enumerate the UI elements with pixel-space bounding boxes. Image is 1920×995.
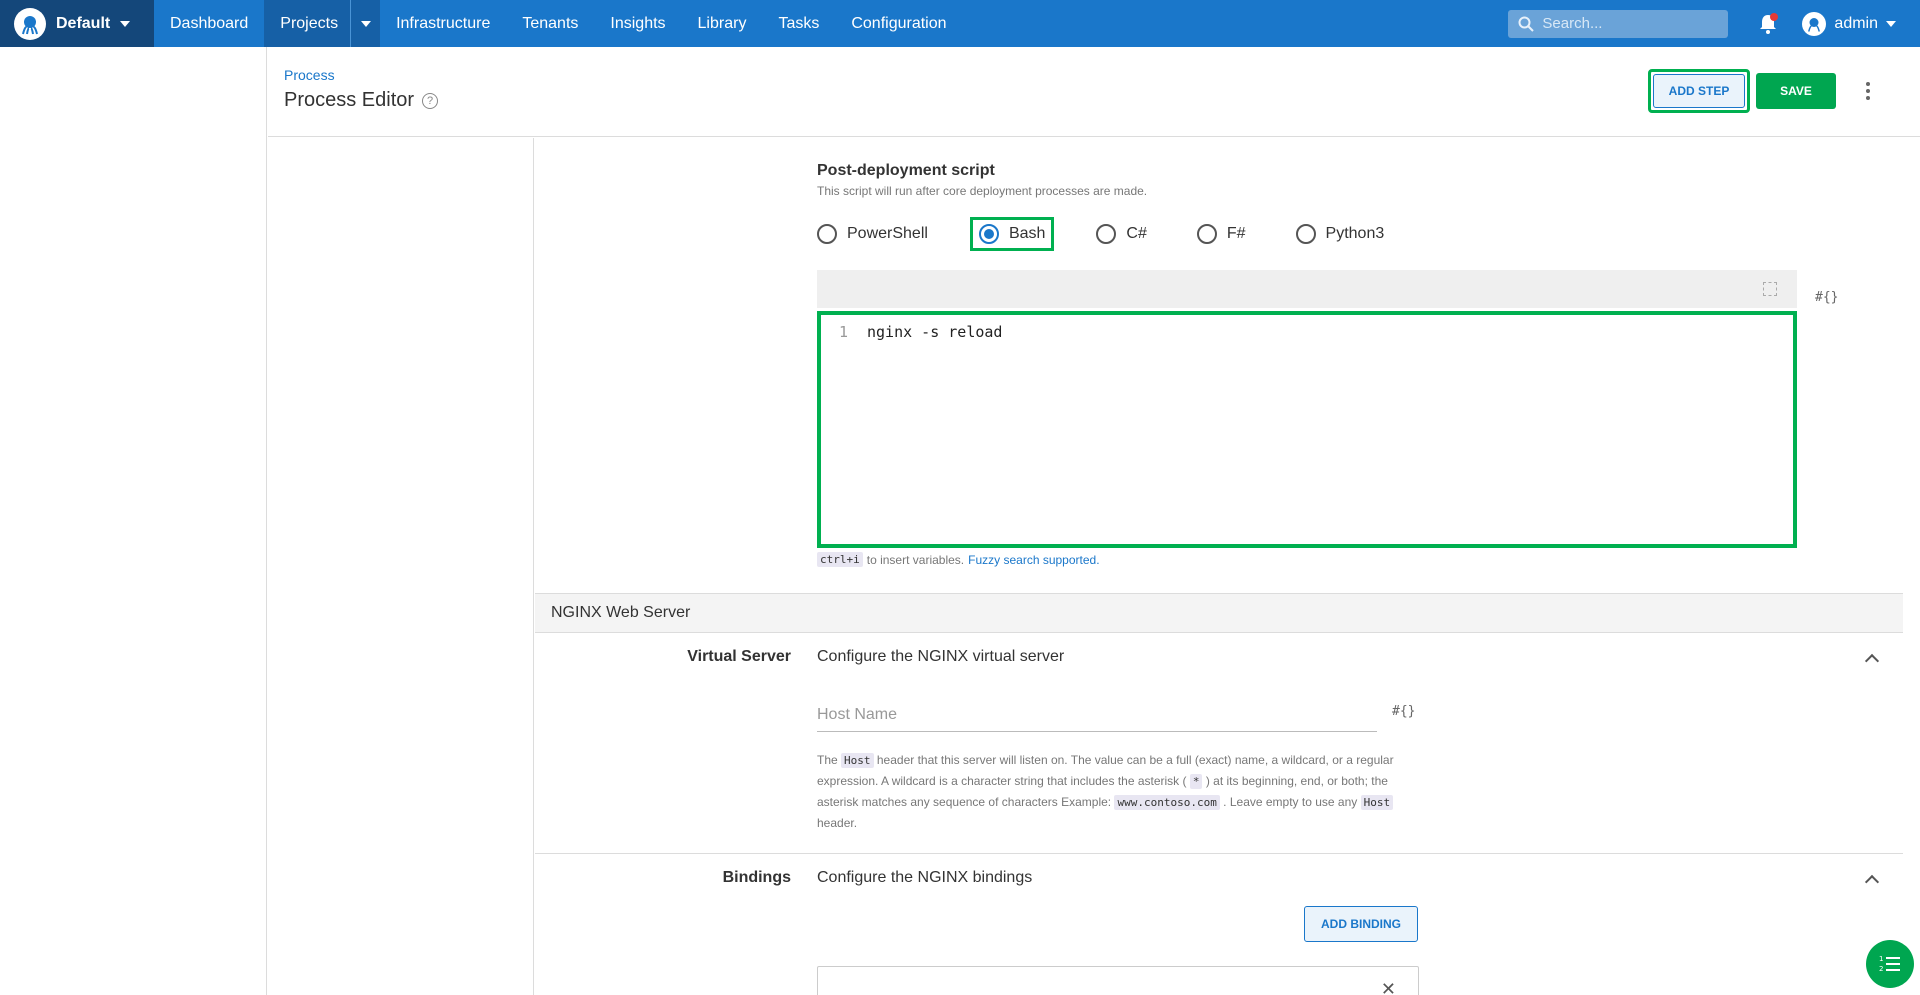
save-button[interactable]: SAVE bbox=[1756, 73, 1836, 109]
insert-variable-icon[interactable]: #{} bbox=[1392, 704, 1415, 719]
add-step-highlight: ADD STEP bbox=[1648, 69, 1750, 113]
projects-dropdown-button[interactable] bbox=[350, 0, 381, 47]
close-icon[interactable]: ✕ bbox=[1381, 979, 1396, 995]
radio-label: Python3 bbox=[1325, 225, 1385, 242]
host-name-input[interactable] bbox=[817, 698, 1377, 732]
nav-projects[interactable]: Projects bbox=[264, 0, 351, 47]
host-help-text: The Host header that this server will li… bbox=[817, 753, 1394, 830]
nav-library[interactable]: Library bbox=[682, 0, 763, 47]
virtual-server-summary[interactable]: Configure the NGINX virtual server bbox=[817, 648, 1064, 666]
code-line[interactable]: nginx -s reload bbox=[867, 323, 1002, 341]
shortcut-key: ctrl+i bbox=[817, 552, 863, 567]
radio-bash[interactable]: Bash bbox=[969, 217, 1055, 251]
left-gutter bbox=[0, 47, 267, 995]
chevron-up-icon[interactable] bbox=[1864, 653, 1880, 669]
line-number: 1 bbox=[839, 323, 849, 341]
step-editor-content: Post-deployment script This script will … bbox=[535, 138, 1903, 995]
notification-badge bbox=[1770, 12, 1779, 21]
chevron-down-icon bbox=[360, 20, 371, 27]
space-switcher[interactable]: Default bbox=[0, 0, 154, 47]
steps-sidebar bbox=[268, 138, 534, 995]
radio-circle bbox=[817, 224, 837, 244]
add-binding-button[interactable]: ADD BINDING bbox=[1304, 906, 1418, 942]
radio-circle bbox=[1196, 224, 1217, 244]
chevron-down-icon bbox=[1886, 20, 1896, 27]
radio-circle bbox=[1096, 224, 1117, 244]
page-header: Process Process Editor ? ADD STEP SAVE bbox=[268, 47, 1920, 137]
main-nav: Dashboard Projects Infrastructure Tenant… bbox=[154, 0, 963, 47]
radio-circle bbox=[978, 224, 999, 244]
breadcrumb[interactable]: Process bbox=[284, 67, 335, 83]
help-icon[interactable]: ? bbox=[422, 92, 439, 109]
svg-text:1: 1 bbox=[1879, 955, 1883, 963]
user-name: admin bbox=[1834, 14, 1878, 32]
script-language-radio-group: PowerShell Bash C# F# Python3 bbox=[817, 216, 1434, 252]
nav-insights[interactable]: Insights bbox=[594, 0, 681, 47]
nav-infrastructure[interactable]: Infrastructure bbox=[380, 0, 506, 47]
binding-card: ✕ bbox=[817, 966, 1419, 995]
bindings-label: Bindings bbox=[722, 869, 791, 886]
nav-right: admin bbox=[1508, 0, 1920, 47]
chevron-up-icon[interactable] bbox=[1864, 874, 1880, 890]
avatar bbox=[1802, 11, 1827, 36]
editor-hint: ctrl+i to insert variables. Fuzzy search… bbox=[817, 552, 1100, 567]
radio-python3[interactable]: Python3 bbox=[1295, 224, 1385, 244]
radio-label: PowerShell bbox=[847, 225, 928, 242]
svg-text:2: 2 bbox=[1879, 965, 1883, 973]
editor-toolbar bbox=[817, 270, 1797, 308]
radio-powershell[interactable]: PowerShell bbox=[817, 224, 928, 244]
radio-label: F# bbox=[1226, 225, 1246, 242]
group-header: NGINX Web Server bbox=[535, 593, 1903, 633]
search-box bbox=[1508, 9, 1729, 38]
fuzzy-search-link[interactable]: Fuzzy search supported. bbox=[968, 553, 1099, 567]
section-title: Post-deployment script bbox=[817, 162, 995, 179]
header-actions: ADD STEP SAVE bbox=[1648, 69, 1920, 113]
hint-text: to insert variables. bbox=[866, 552, 965, 567]
nav-tasks[interactable]: Tasks bbox=[762, 0, 835, 47]
top-navigation: Default Dashboard Projects Infrastructur… bbox=[0, 0, 1920, 47]
chevron-down-icon bbox=[120, 20, 131, 27]
section-description: This script will run after core deployme… bbox=[817, 184, 1148, 198]
radio-label: C# bbox=[1126, 225, 1147, 242]
process-steps-fab[interactable]: 12 bbox=[1866, 940, 1914, 988]
nav-configuration[interactable]: Configuration bbox=[835, 0, 962, 47]
octopus-logo-icon bbox=[14, 7, 46, 40]
radio-label: Bash bbox=[1008, 225, 1046, 242]
search-input[interactable] bbox=[1542, 15, 1713, 32]
user-menu[interactable]: admin bbox=[1802, 11, 1896, 36]
radio-fsharp[interactable]: F# bbox=[1196, 224, 1246, 244]
radio-csharp[interactable]: C# bbox=[1096, 224, 1147, 244]
page-title-text: Process Editor bbox=[284, 89, 415, 111]
virtual-server-label: Virtual Server bbox=[687, 648, 791, 665]
expand-icon[interactable] bbox=[1763, 282, 1777, 296]
more-options-icon[interactable] bbox=[1856, 73, 1880, 109]
nav-dashboard[interactable]: Dashboard bbox=[154, 0, 264, 47]
divider bbox=[535, 853, 1903, 854]
bindings-summary[interactable]: Configure the NGINX bindings bbox=[817, 869, 1032, 887]
code-editor[interactable]: 1 nginx -s reload bbox=[817, 311, 1797, 548]
numbered-list-icon: 12 bbox=[1879, 955, 1900, 973]
search-icon bbox=[1518, 16, 1535, 32]
add-step-button[interactable]: ADD STEP bbox=[1653, 74, 1745, 108]
notifications-button[interactable] bbox=[1756, 12, 1780, 36]
page-title: Process Editor ? bbox=[284, 89, 439, 112]
nav-tenants[interactable]: Tenants bbox=[506, 0, 594, 47]
radio-circle bbox=[1295, 224, 1316, 244]
insert-variable-icon[interactable]: #{} bbox=[1815, 290, 1838, 305]
space-name: Default bbox=[56, 14, 111, 32]
